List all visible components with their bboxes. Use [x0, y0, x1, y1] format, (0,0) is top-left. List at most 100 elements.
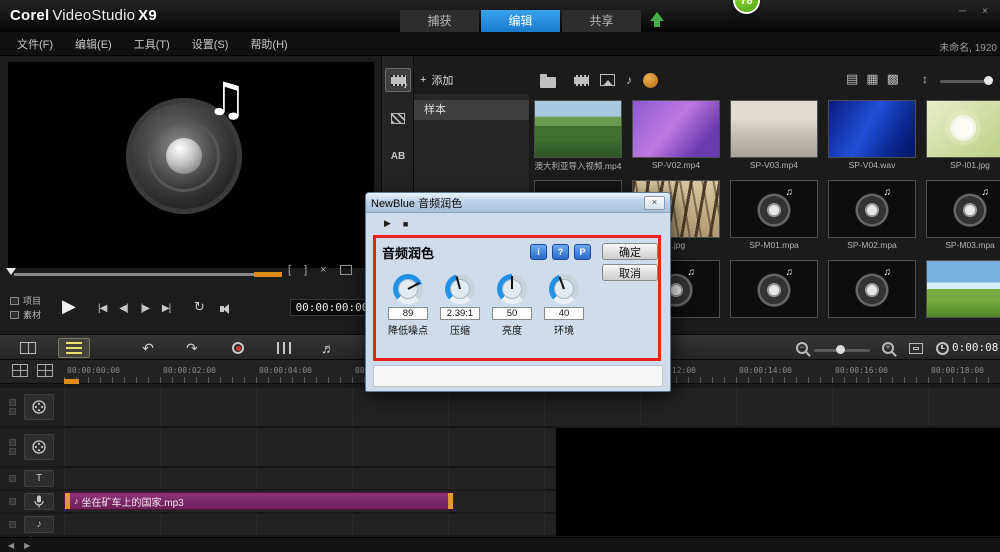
mark-out-button[interactable]: ]: [304, 264, 307, 276]
filter-video-icon[interactable]: [574, 75, 589, 86]
noise-reduction-value[interactable]: 89: [388, 307, 428, 320]
library-thumbnail[interactable]: SP-M01.mpa: [730, 180, 818, 260]
scrubber-range[interactable]: [254, 272, 282, 277]
sort-button[interactable]: ↕: [922, 72, 928, 86]
zoom-out-button[interactable]: −: [786, 338, 818, 358]
mode-clip[interactable]: 素材: [10, 308, 41, 322]
track-toggle-icon[interactable]: [9, 521, 16, 528]
menu-settings[interactable]: 设置(S): [181, 36, 240, 52]
help-button[interactable]: ?: [552, 244, 569, 260]
menu-file[interactable]: 文件(F): [6, 36, 64, 52]
library-thumbnail[interactable]: [730, 260, 818, 334]
menu-help[interactable]: 帮助(H): [239, 36, 298, 52]
noise-reduction-control: 89 降低噪点: [382, 274, 434, 337]
cancel-button[interactable]: 取消: [602, 264, 658, 281]
overlay-track-button[interactable]: [24, 434, 54, 460]
playhead-grip[interactable]: [64, 379, 79, 384]
dialog-titlebar[interactable]: NewBlue 音频润色 ×: [366, 193, 670, 213]
tab-edit[interactable]: 编辑: [481, 10, 560, 32]
title-track-button[interactable]: T: [24, 470, 54, 487]
track-toggle-icon[interactable]: [9, 399, 16, 406]
preset-button[interactable]: P: [574, 244, 591, 260]
menu-tools[interactable]: 工具(T): [123, 36, 181, 52]
prev-frame-button[interactable]: ◀|: [119, 303, 127, 314]
compression-knob[interactable]: [445, 274, 475, 304]
ambience-value[interactable]: 40: [544, 307, 584, 320]
library-thumbnail[interactable]: SP-M02.mpa: [828, 180, 916, 260]
list-view-button[interactable]: ▤: [846, 71, 858, 87]
thumbnail-size-handle[interactable]: [984, 76, 993, 85]
title-tab[interactable]: AB: [385, 144, 411, 168]
library-thumbnail[interactable]: SP-V03.mp4: [730, 100, 818, 180]
filter-photo-icon[interactable]: [600, 74, 615, 86]
timeline-view-button[interactable]: [58, 338, 90, 358]
record-capture-button[interactable]: [222, 338, 254, 358]
close-button[interactable]: ×: [982, 6, 988, 17]
voice-track-button[interactable]: [24, 493, 54, 510]
sound-mixer-button[interactable]: [268, 338, 300, 358]
track-layout-button-2[interactable]: [37, 364, 53, 377]
library-thumbnail[interactable]: 澳大利亚导入视频.mp4: [534, 100, 622, 180]
upload-arrow-icon[interactable]: [650, 12, 664, 28]
play-button[interactable]: ▶: [62, 296, 76, 317]
undo-button[interactable]: ↶: [132, 338, 164, 358]
track-toggle-icon[interactable]: [9, 475, 16, 482]
audio-clip[interactable]: ♪ 坐在矿车上的国家.mp3: [64, 492, 454, 510]
filter-audio-icon[interactable]: ♪: [626, 73, 632, 87]
volume-icon[interactable]: [220, 303, 236, 315]
library-thumbnail[interactable]: SP-V02.mp4: [632, 100, 720, 180]
grid-view-button[interactable]: ▦: [866, 71, 878, 87]
mark-in-button[interactable]: [: [288, 264, 291, 276]
add-folder-button[interactable]: + 添加: [420, 72, 453, 88]
library-thumbnail[interactable]: [828, 260, 916, 334]
library-thumbnail[interactable]: SP-V04.wav: [828, 100, 916, 180]
folder-item-sample[interactable]: 样本: [414, 100, 529, 120]
detail-view-button[interactable]: ▩: [887, 71, 899, 87]
mode-project[interactable]: 项目: [10, 294, 41, 308]
track-toggle-icon[interactable]: [9, 448, 16, 455]
library-thumbnail[interactable]: SP-I01.jpg: [926, 100, 1000, 180]
go-end-button[interactable]: ▶|: [162, 303, 170, 314]
track-toggle-icon[interactable]: [9, 498, 16, 505]
zoom-slider-handle[interactable]: [836, 345, 845, 354]
library-thumbnail[interactable]: SP-M03.mpa: [926, 180, 1000, 260]
track-toggle-icon[interactable]: [9, 408, 16, 415]
video-track-body[interactable]: [64, 388, 1000, 426]
track-layout-button[interactable]: [12, 364, 28, 377]
dialog-play-button[interactable]: ▶: [384, 218, 391, 229]
ok-button[interactable]: 确定: [602, 243, 658, 260]
music-track-button[interactable]: ♪: [24, 516, 54, 533]
dialog-close-button[interactable]: ×: [644, 196, 665, 210]
library-thumbnail[interactable]: [926, 260, 1000, 334]
enlarge-preview-icon[interactable]: [340, 265, 352, 275]
media-library-tab[interactable]: ♪: [385, 68, 411, 92]
repeat-button[interactable]: ↻: [194, 299, 205, 315]
scrubber-track[interactable]: [14, 273, 254, 276]
auto-music-button[interactable]: ♬: [312, 338, 344, 358]
next-frame-button[interactable]: |▶: [141, 303, 149, 314]
dialog-stop-button[interactable]: ■: [403, 218, 408, 229]
scroll-right-button[interactable]: ▶: [24, 541, 30, 550]
brightness-knob[interactable]: [497, 274, 527, 304]
track-toggle-icon[interactable]: [9, 439, 16, 446]
info-button[interactable]: i: [530, 244, 547, 260]
minimize-button[interactable]: ─: [959, 6, 966, 17]
redo-button[interactable]: ↷: [176, 338, 208, 358]
noise-reduction-knob[interactable]: [393, 274, 423, 304]
go-start-button[interactable]: |◀: [98, 303, 106, 314]
tab-share[interactable]: 共享: [562, 10, 641, 32]
video-track-button[interactable]: [24, 394, 54, 420]
browse-folder-button[interactable]: [540, 75, 556, 93]
split-clip-button[interactable]: ×: [320, 264, 326, 276]
instant-project-icon[interactable]: [643, 73, 658, 88]
thumbnail-size-slider[interactable]: [940, 80, 986, 83]
preview-timecode[interactable]: 00:00:00:00: [290, 299, 374, 316]
compression-value[interactable]: 2.39:1: [440, 307, 480, 320]
scroll-left-button[interactable]: ◀: [8, 541, 14, 550]
brightness-value[interactable]: 50: [492, 307, 532, 320]
menu-edit[interactable]: 编辑(E): [64, 36, 123, 52]
ambience-knob[interactable]: [549, 274, 579, 304]
tab-capture[interactable]: 捕获: [400, 10, 479, 32]
storyboard-view-button[interactable]: [12, 338, 44, 358]
transition-tab[interactable]: [385, 106, 411, 130]
